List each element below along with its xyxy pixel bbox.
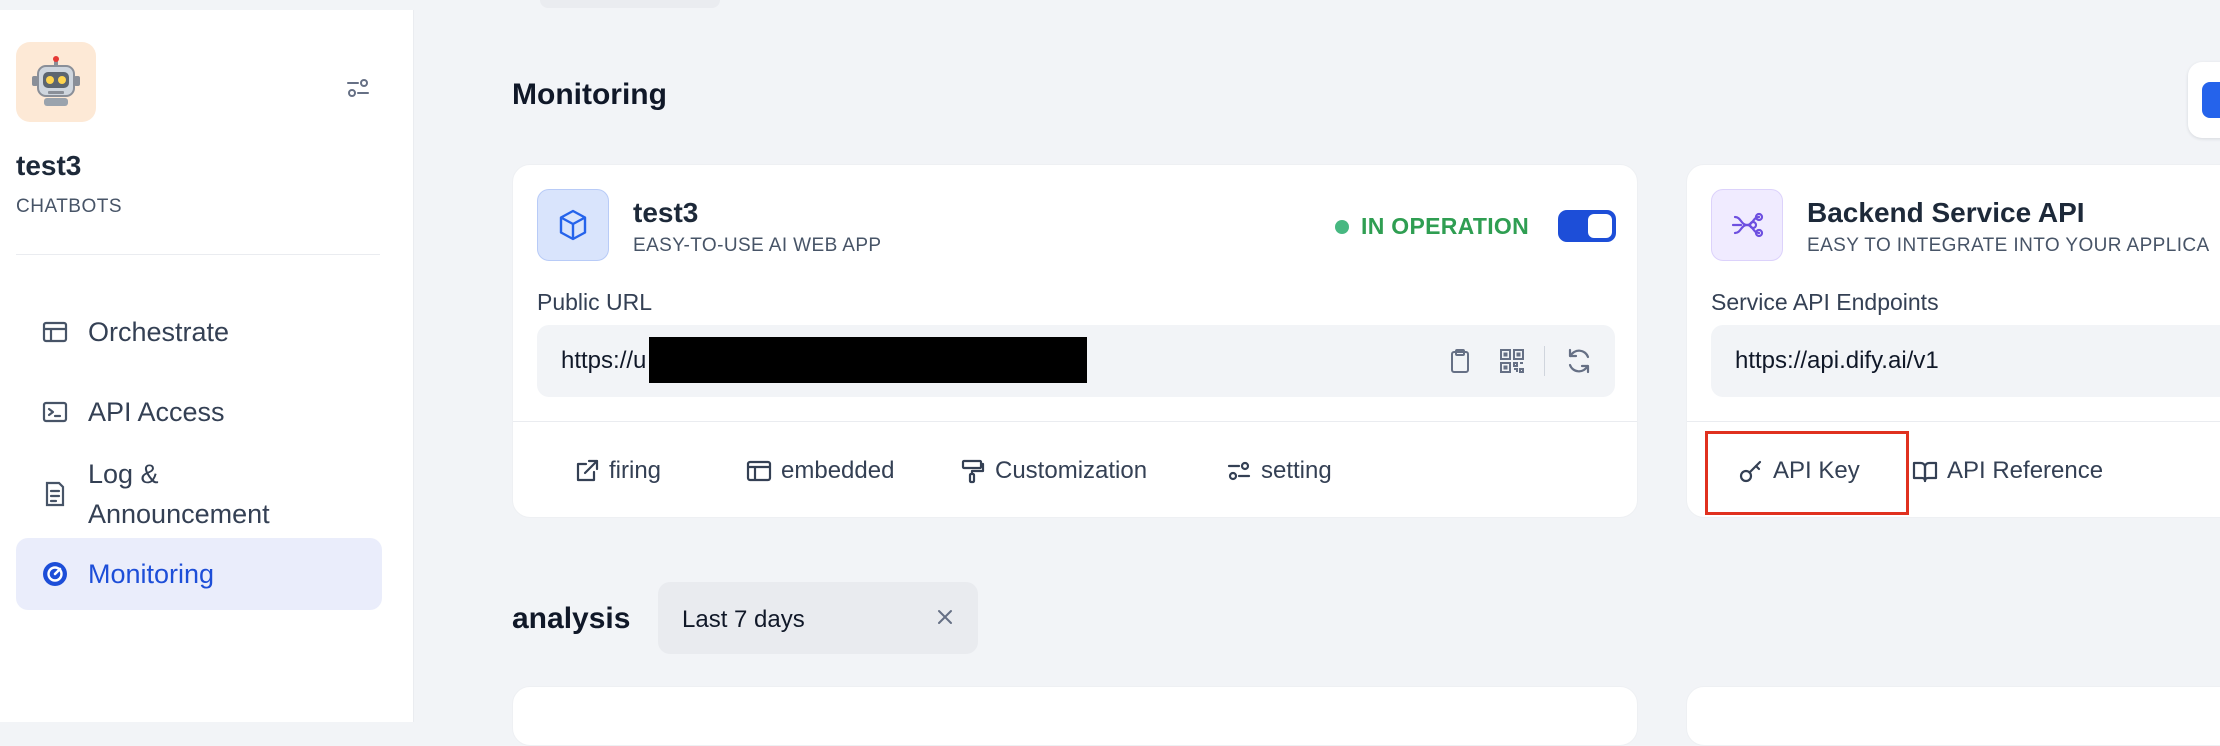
- action-label: API Key: [1773, 457, 1860, 484]
- sidebar-item-label: Orchestrate: [88, 317, 230, 347]
- app-avatar[interactable]: [16, 42, 96, 122]
- regenerate-button[interactable]: [1561, 343, 1597, 379]
- webapp-card-subtitle: EASY-TO-USE AI WEB APP: [633, 235, 882, 256]
- analysis-chart-card: [512, 686, 1638, 746]
- public-url-label: Public URL: [537, 289, 653, 315]
- layout-icon: [40, 317, 70, 347]
- status-text: IN OPERATION: [1361, 213, 1530, 239]
- file-list-icon: [40, 479, 70, 509]
- public-url-field: https://u: [537, 325, 1615, 397]
- webapp-card-title: test3: [633, 197, 699, 228]
- webapp-card: test3 EASY-TO-USE AI WEB APP IN OPERATIO…: [512, 164, 1638, 518]
- sidebar-item-api-access[interactable]: API Access: [16, 376, 382, 448]
- date-range-value: Last 7 days: [682, 606, 805, 633]
- api-card-subtitle: EASY TO INTEGRATE INTO YOUR APPLICA: [1807, 235, 2210, 256]
- date-range-select[interactable]: Last 7 days: [658, 582, 978, 654]
- action-label: Customization: [995, 457, 1148, 484]
- app-type: CHATBOTS: [16, 196, 123, 217]
- cube-icon: [559, 209, 587, 241]
- qrcode-button[interactable]: [1494, 343, 1530, 379]
- page-title: Monitoring: [512, 78, 667, 111]
- action-label: embedded: [781, 457, 895, 484]
- sidebar-item-orchestrate[interactable]: Orchestrate: [16, 296, 382, 368]
- sidebar-item-log-announcement[interactable]: Log & Announcement: [16, 446, 382, 542]
- paint-roller-icon: [959, 457, 987, 485]
- analysis-chart-card: [1686, 686, 2220, 746]
- status-badge: IN OPERATION: [1335, 213, 1529, 240]
- key-icon: [1737, 457, 1765, 485]
- book-open-icon: [1911, 457, 1939, 485]
- url-actions: [1426, 343, 1597, 379]
- sidebar-toggle-button[interactable]: [342, 72, 374, 104]
- sidebar-item-monitoring[interactable]: Monitoring: [16, 538, 382, 610]
- external-link-icon: [573, 457, 601, 485]
- clear-range-button[interactable]: [930, 602, 960, 632]
- api-endpoint-label: Service API Endpoints: [1711, 289, 1939, 315]
- setting-button[interactable]: setting: [1225, 451, 1332, 491]
- sidebar-item-label: API Access: [88, 397, 225, 427]
- api-connection-icon: [1731, 212, 1764, 238]
- sidebar-item-label: Monitoring: [88, 559, 215, 589]
- window-icon: [745, 457, 773, 485]
- status-dot-icon: [1335, 219, 1349, 234]
- analysis-title: analysis: [512, 602, 631, 635]
- sidebar: test3 CHATBOTS Orchestrate API Access Lo…: [0, 10, 414, 722]
- copy-button[interactable]: [1442, 343, 1478, 379]
- api-card-icon: [1711, 189, 1783, 261]
- refresh-icon: [1568, 348, 1590, 374]
- top-bar-pill: [540, 0, 720, 8]
- api-card: Backend Service API EASY TO INTEGRATE IN…: [1686, 164, 2220, 518]
- sliders-icon: [347, 79, 369, 97]
- redacted-block: [649, 337, 1087, 383]
- qrcode-icon: [1500, 349, 1524, 373]
- action-label: firing: [609, 457, 662, 484]
- top-right-button[interactable]: [2188, 62, 2220, 138]
- api-endpoint-value[interactable]: https://api.dify.ai/v1: [1735, 347, 1939, 375]
- webapp-enable-toggle[interactable]: [1558, 210, 1616, 242]
- robot-emoji-icon: [32, 56, 80, 106]
- action-label: API Reference: [1947, 457, 2104, 484]
- customization-button[interactable]: Customization: [959, 451, 1147, 491]
- api-card-actions: API Key API Reference: [1687, 421, 2220, 519]
- clipboard-icon: [1451, 349, 1469, 373]
- public-url-value[interactable]: https://u: [561, 347, 646, 375]
- dashboard-gauge-icon: [40, 559, 70, 589]
- webapp-card-actions: firing embedded Customization setting: [513, 421, 1637, 519]
- api-reference-button[interactable]: API Reference: [1911, 451, 2103, 491]
- toggle-knob: [1588, 214, 1612, 238]
- top-right-button-icon: [2202, 82, 2220, 118]
- app-name: test3: [16, 150, 82, 181]
- webapp-card-icon: [537, 189, 609, 261]
- api-key-button[interactable]: API Key: [1737, 451, 1860, 491]
- embedded-button[interactable]: embedded: [745, 451, 894, 491]
- sliders-icon: [1225, 457, 1253, 485]
- action-label: setting: [1261, 457, 1332, 484]
- api-endpoint-field: https://api.dify.ai/v1: [1711, 325, 2220, 397]
- sidebar-divider: [16, 254, 380, 255]
- sidebar-item-label: Log & Announcement: [88, 459, 270, 529]
- terminal-icon: [40, 397, 70, 427]
- firing-button[interactable]: firing: [573, 451, 661, 491]
- url-actions-divider: [1544, 346, 1545, 376]
- close-icon: [938, 610, 952, 624]
- top-bar: [0, 0, 2220, 10]
- api-card-title: Backend Service API: [1807, 197, 2085, 228]
